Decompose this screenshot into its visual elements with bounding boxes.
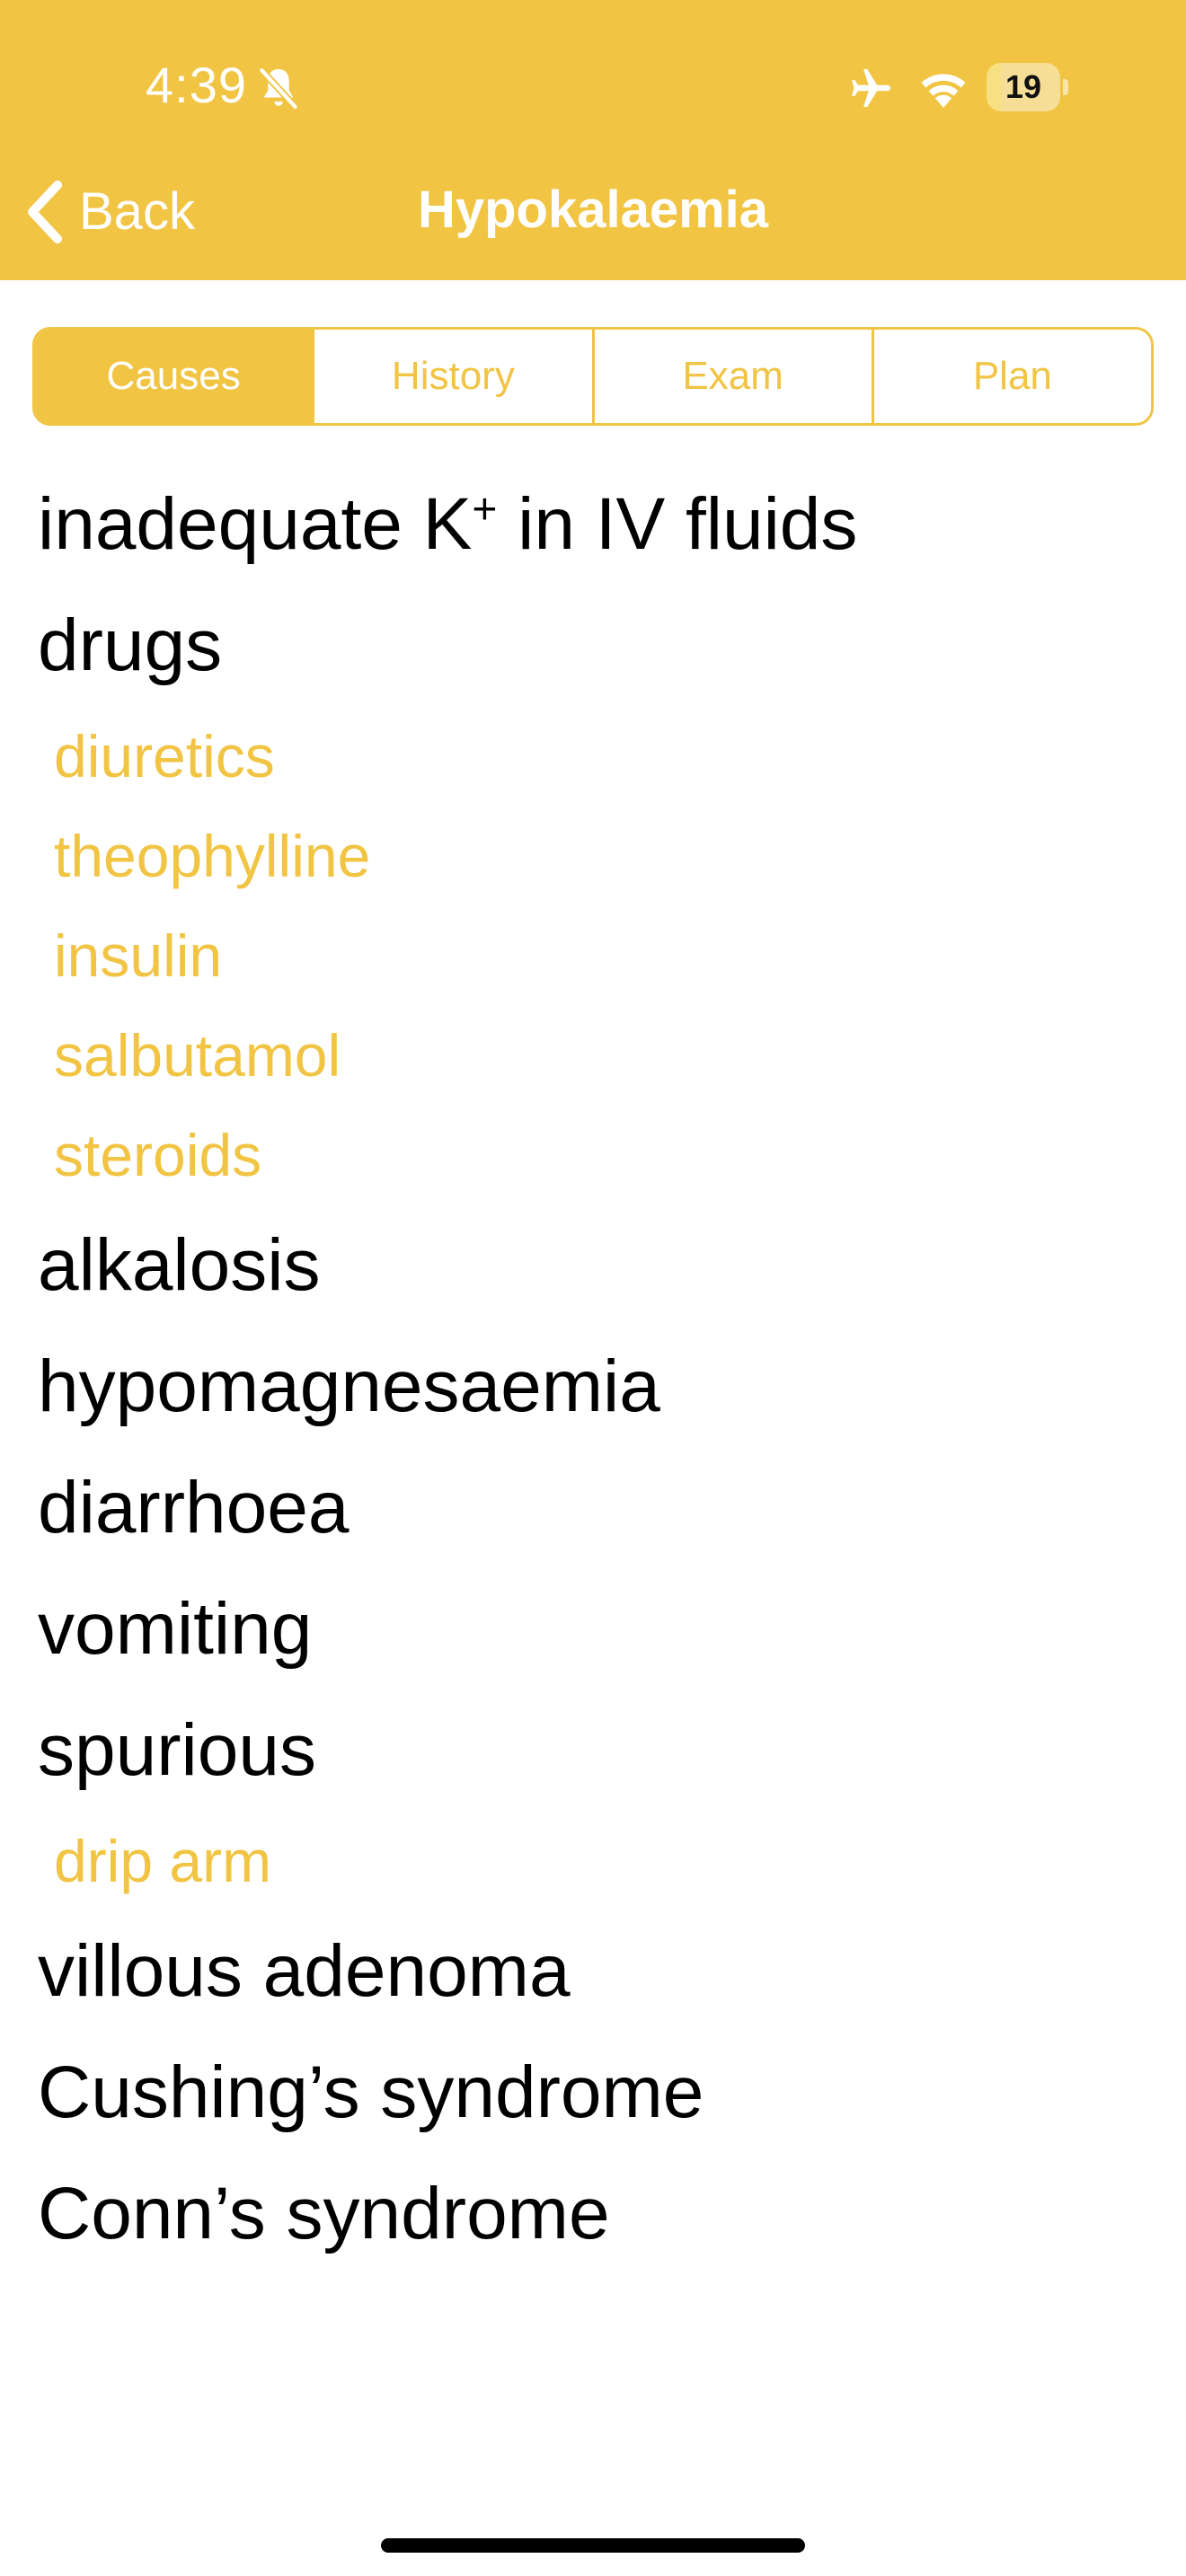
cause-item[interactable]: Cushing’s syndrome xyxy=(0,2035,1186,2157)
cause-item[interactable]: diarrhoea xyxy=(0,1451,1186,1572)
page-title: Hypokalaemia xyxy=(417,181,769,239)
cause-subitem[interactable]: diuretics xyxy=(0,710,1186,809)
cause-subitem[interactable]: salbutamol xyxy=(0,1009,1186,1108)
back-button[interactable]: Back xyxy=(23,176,195,248)
bell-slash-icon xyxy=(259,67,298,110)
wifi-icon xyxy=(921,74,966,108)
cause-subitem[interactable]: insulin xyxy=(0,909,1186,1009)
cause-item[interactable]: vomiting xyxy=(0,1572,1186,1693)
cause-item[interactable]: inadequate K+ in IV fluids xyxy=(0,467,1186,588)
airplane-icon xyxy=(852,69,890,107)
causes-list: inadequate K+ in IV fluids drugs diureti… xyxy=(0,467,1186,2278)
cause-item[interactable]: hypomagnesaemia xyxy=(0,1329,1186,1451)
tab-history[interactable]: History xyxy=(312,330,592,423)
cause-item[interactable]: Conn’s syndrome xyxy=(0,2157,1186,2278)
chevron-left-icon xyxy=(28,181,62,243)
cause-item[interactable]: drugs xyxy=(0,588,1186,710)
tab-causes[interactable]: Causes xyxy=(35,330,313,423)
cause-subitem[interactable]: steroids xyxy=(0,1108,1186,1208)
battery-level: 19 xyxy=(1005,68,1042,105)
status-time: 4:39 xyxy=(146,57,247,113)
tab-plan[interactable]: Plan xyxy=(871,330,1151,423)
cause-item[interactable]: villous adenoma xyxy=(0,1914,1186,2035)
cause-item[interactable]: spurious xyxy=(0,1693,1186,1814)
back-label: Back xyxy=(79,182,195,241)
cause-subitem[interactable]: drip arm xyxy=(0,1814,1186,1914)
tab-exam[interactable]: Exam xyxy=(591,330,872,423)
screen: 4:39 19 Back Hypokalaemia Causes History… xyxy=(0,0,1186,2576)
cause-item[interactable]: alkalosis xyxy=(0,1208,1186,1329)
home-indicator[interactable] xyxy=(381,2538,805,2553)
segmented-control: Causes History Exam Plan xyxy=(32,327,1154,426)
battery-icon: 19 xyxy=(987,63,1068,111)
cause-subitem[interactable]: theophylline xyxy=(0,809,1186,909)
navigation-header: 4:39 19 Back Hypokalaemia xyxy=(0,0,1186,280)
